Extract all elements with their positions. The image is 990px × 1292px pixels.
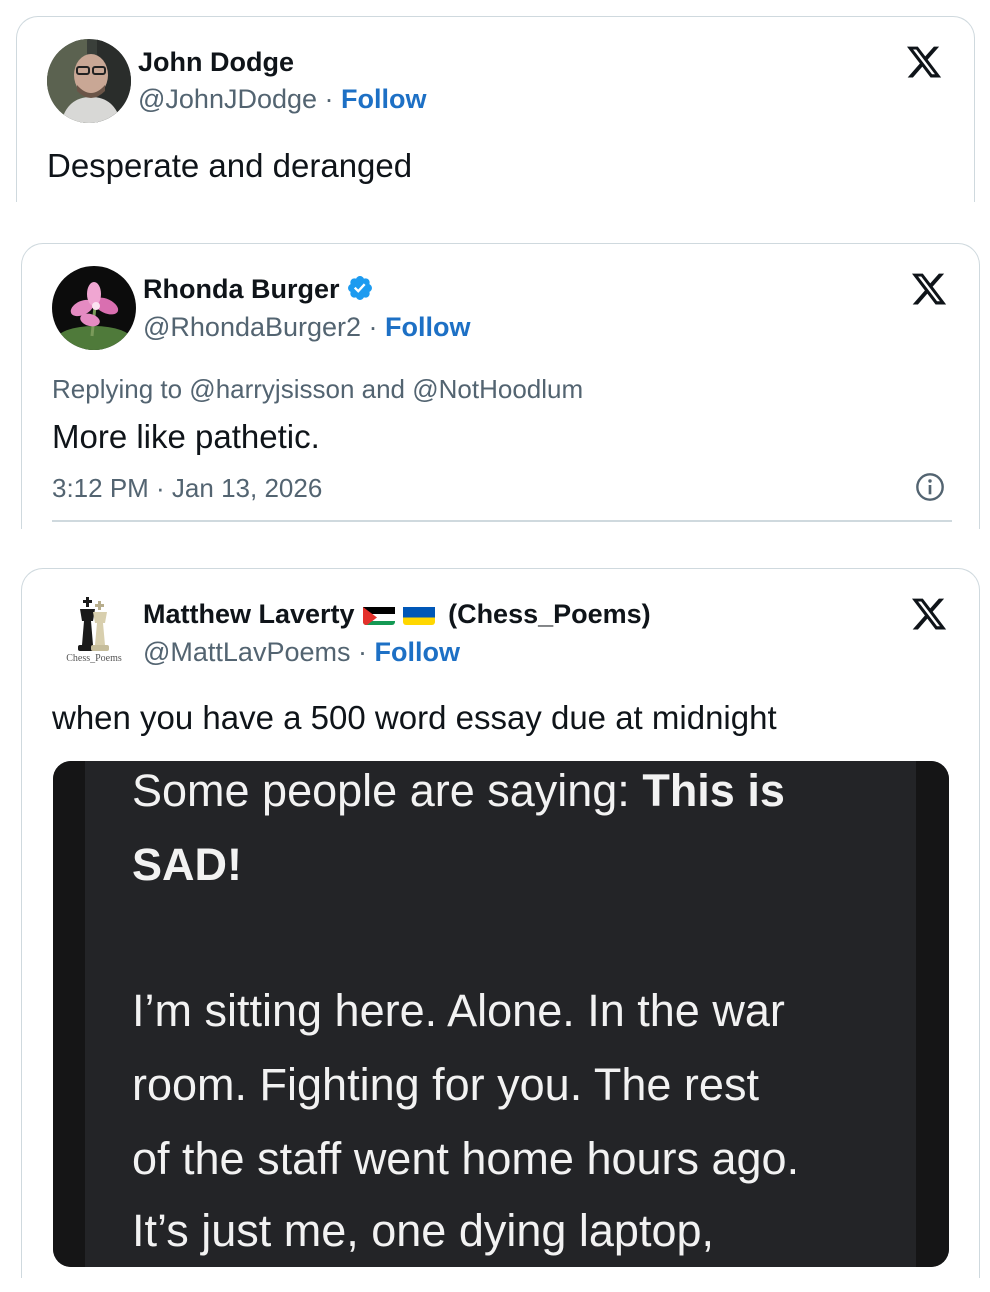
x-logo-icon[interactable]	[910, 270, 948, 308]
person-photo-avatar[interactable]	[47, 39, 131, 123]
follow-button[interactable]: Follow	[341, 84, 426, 114]
media-screenshot[interactable]: Some people are saying: This is SAD! I’m…	[53, 761, 949, 1267]
tweet-text: More like pathetic.	[52, 418, 320, 455]
tweet-timestamp[interactable]: 3:12 PM · Jan 13, 2026	[52, 473, 322, 504]
info-icon[interactable]	[914, 471, 946, 503]
media-line-4: room. Fighting for you. The rest	[132, 1059, 759, 1110]
separator: ·	[350, 637, 375, 667]
verified-badge-icon	[347, 276, 372, 300]
replying-to-text[interactable]: Replying to @harryjsisson and @NotHoodlu…	[52, 374, 583, 405]
author-handle[interactable]: @MattLavPoems	[143, 637, 350, 667]
media-left-band	[53, 761, 85, 1267]
author-handle[interactable]: @JohnJDodge	[138, 84, 317, 114]
divider	[52, 520, 952, 522]
media-line-3: I’m sitting here. Alone. In the war	[132, 985, 785, 1036]
chess-pieces-avatar[interactable]: Chess_Poems	[52, 591, 136, 675]
follow-button[interactable]: Follow	[374, 637, 459, 667]
palestine-flag-icon	[362, 604, 395, 625]
author-name-suffix[interactable]: (Chess_Poems)	[448, 599, 651, 629]
separator: ·	[361, 312, 386, 342]
separator: ·	[317, 84, 342, 114]
media-line-5: of the staff went home hours ago.	[132, 1133, 800, 1184]
tweet-text: when you have a 500 word essay due at mi…	[52, 699, 777, 736]
media-line-1-bold: This is	[642, 765, 785, 816]
tweet-card-matthew-laverty: Chess_Poems Matthew Laverty (Chess_Poems…	[21, 568, 980, 1278]
author-name[interactable]: Matthew Laverty	[143, 599, 355, 629]
pink-flower-avatar[interactable]	[52, 266, 136, 350]
author-name-line: Matthew Laverty (Chess_Poems)	[143, 599, 651, 630]
media-right-band	[916, 761, 949, 1267]
media-line-2-bold: SAD!	[132, 839, 242, 890]
author-name-line: Rhonda Burger	[143, 274, 374, 305]
follow-button[interactable]: Follow	[385, 312, 470, 342]
author-handle[interactable]: @RhondaBurger2	[143, 312, 361, 342]
handle-line: @JohnJDodge · Follow	[138, 84, 427, 115]
tweet-card-john-dodge: John Dodge @JohnJDodge · Follow Desperat…	[16, 16, 975, 202]
media-line-1-plain: Some people are saying:	[132, 765, 643, 816]
media-line-6: It’s just me, one dying laptop,	[132, 1205, 715, 1256]
media-line-1: Some people are saying: This is	[132, 765, 785, 817]
tweet-card-rhonda-burger: Rhonda Burger @RhondaBurger2 · Follow Re…	[21, 243, 980, 529]
author-name[interactable]: Rhonda Burger	[143, 274, 340, 304]
media-line-2: SAD!	[132, 839, 242, 891]
handle-line: @MattLavPoems · Follow	[143, 637, 460, 668]
handle-line: @RhondaBurger2 · Follow	[143, 312, 471, 343]
x-logo-icon[interactable]	[910, 595, 948, 633]
x-logo-icon[interactable]	[905, 43, 943, 81]
avatar-caption: Chess_Poems	[66, 653, 122, 664]
ukraine-flag-icon	[402, 604, 435, 625]
tweet-text: Desperate and deranged	[47, 147, 413, 184]
author-name[interactable]: John Dodge	[138, 47, 294, 78]
